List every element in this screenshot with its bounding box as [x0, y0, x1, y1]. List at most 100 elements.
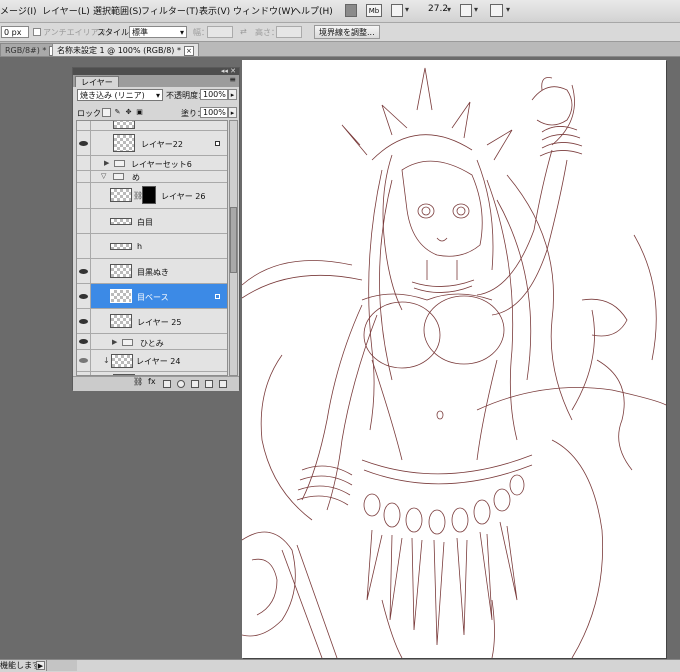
layer-row[interactable]: 目黒ぬき [77, 259, 227, 284]
eye-icon[interactable] [79, 141, 88, 146]
menu-filter[interactable]: フィルター(T) [141, 4, 198, 17]
layer-row[interactable]: h [77, 234, 227, 259]
opacity-input[interactable]: 100% [200, 89, 228, 100]
layer-thumbnail [113, 134, 135, 152]
options-bar: 0 px アンチエイリアス スタイル： 標準 ▾ 幅： ⇄ 高さ： 境界線を調整.… [0, 23, 680, 42]
trash-icon[interactable] [219, 380, 227, 388]
collapse-triangle-icon[interactable]: ▽ [101, 172, 106, 180]
fill-input[interactable]: 100% [200, 107, 228, 118]
panel-tab-row: レイヤー ≡ [73, 75, 239, 87]
eye-icon[interactable] [79, 358, 88, 363]
menu-help[interactable]: ヘルプ(H) [292, 4, 333, 17]
layer-style-icon[interactable]: fx [148, 377, 156, 386]
menu-window[interactable]: ウィンドウ(W) [233, 4, 294, 17]
eye-icon[interactable] [79, 319, 88, 324]
zoom-level[interactable]: 27.2 [428, 4, 448, 14]
layer-list: レイヤー22 ▶ レイヤーセット6 ▽ め ⛓ レイヤー 26 白目 h 目黒ぬ… [76, 120, 228, 376]
layer-list-scrollbar[interactable] [229, 120, 238, 376]
style-value: 標準 [132, 28, 148, 37]
layer-name: 目黒ぬき [137, 268, 169, 277]
lock-transparency-icon[interactable] [102, 108, 111, 117]
minibridge-icon[interactable]: Mb [366, 4, 382, 17]
layer-row[interactable]: ↓ レイヤー 24 [77, 350, 227, 372]
eye-icon[interactable] [79, 269, 88, 274]
group-row[interactable]: ▶ レイヤーセット6 [77, 156, 227, 171]
tab-layers[interactable]: レイヤー [75, 76, 119, 87]
lock-all-icon[interactable]: ▣ [135, 108, 144, 117]
collapse-panel-icon[interactable]: ◂◂ ✕ [221, 67, 236, 75]
status-scroll-track[interactable] [46, 660, 77, 671]
expand-triangle-icon[interactable]: ▶ [112, 338, 117, 346]
chevron-down-icon[interactable]: ▾ [405, 5, 409, 14]
layer-thumbnail [111, 354, 133, 368]
layer-name: レイヤー 25 [137, 318, 182, 327]
eye-icon[interactable] [79, 339, 88, 344]
lock-move-icon[interactable]: ✥ [124, 108, 133, 117]
layer-thumbnail [113, 121, 135, 129]
panel-footer: ⛓ fx [73, 376, 239, 391]
layer-name: 白目 [137, 218, 153, 227]
lock-brush-icon[interactable]: ✎ [113, 108, 122, 117]
swap-icon[interactable]: ⇄ [240, 27, 247, 36]
new-group-icon[interactable] [191, 380, 199, 388]
tab-label: RGB/8#) * [5, 46, 47, 55]
blend-mode-select[interactable]: 焼き込み (リニア) ▾ [77, 89, 163, 101]
adjustment-layer-icon[interactable] [177, 380, 185, 388]
folder-icon [114, 160, 125, 167]
layers-panel: ◂◂ ✕ レイヤー ≡ 焼き込み (リニア) ▾ 不透明度： 100% ▸ ロッ… [72, 67, 240, 391]
chevron-down-icon[interactable]: ▾ [506, 5, 510, 14]
tab-label: 名称未設定 1 @ 100% (RGB/8) * [57, 46, 181, 55]
chevron-down-icon[interactable]: ▾ [474, 5, 478, 14]
menu-view[interactable]: 表示(V) [199, 4, 230, 17]
scrollbar-thumb[interactable] [230, 207, 237, 273]
layer-row-selected[interactable]: 目ベース [77, 284, 227, 309]
refine-edge-button[interactable]: 境界線を調整... [314, 25, 380, 39]
view-extras-icon[interactable] [391, 4, 403, 17]
layer-row[interactable]: ⛓ レイヤー 26 [77, 183, 227, 209]
width-input[interactable] [207, 26, 233, 38]
play-icon[interactable]: ▶ [36, 661, 45, 670]
link-layers-icon[interactable]: ⛓ [133, 377, 143, 386]
menu-bar: メージ(I) レイヤー(L) 選択範囲(S) フィルター(T) 表示(V) ウィ… [0, 0, 680, 23]
layer-mask-thumbnail[interactable] [142, 186, 156, 204]
layer-name: レイヤー 24 [136, 357, 181, 366]
layer-row[interactable]: レイヤー22 [77, 131, 227, 156]
panel-title-strip[interactable]: ◂◂ ✕ [73, 67, 239, 75]
tab-document-2[interactable]: 名称未設定 1 @ 100% (RGB/8) * × [52, 43, 199, 56]
layer-thumbnail [110, 314, 132, 328]
group-row[interactable]: ▽ め [77, 171, 227, 183]
eye-icon[interactable] [79, 294, 88, 299]
height-input[interactable] [276, 26, 302, 38]
layer-name: レイヤー22 [141, 140, 183, 149]
layer-name: h [137, 242, 143, 251]
add-mask-icon[interactable] [163, 380, 171, 388]
arrange-documents-icon[interactable] [460, 4, 472, 17]
menu-image[interactable]: メージ(I) [0, 4, 37, 17]
chevron-right-icon[interactable]: ▸ [228, 89, 237, 100]
group-row[interactable]: ▶ ひとみ [77, 334, 227, 350]
lineart-illustration [242, 67, 666, 658]
layer-row-partial[interactable] [77, 121, 227, 131]
bridge-icon[interactable] [345, 4, 357, 17]
menu-select[interactable]: 選択範囲(S) [93, 4, 142, 17]
antialias-checkbox[interactable] [33, 28, 41, 36]
layer-name: レイヤー 26 [161, 192, 206, 201]
blend-mode-value: 焼き込み (リニア) [80, 91, 145, 100]
menu-layer[interactable]: レイヤー(L) [42, 4, 90, 17]
layer-row[interactable]: 白目 [77, 209, 227, 234]
chevron-right-icon[interactable]: ▸ [228, 107, 237, 118]
expand-triangle-icon[interactable]: ▶ [104, 159, 109, 167]
screen-mode-icon[interactable] [490, 4, 503, 17]
feather-input[interactable]: 0 px [1, 26, 29, 38]
status-bar: 機能します ▶ [0, 659, 680, 672]
chevron-down-icon: ▾ [179, 28, 184, 37]
style-select[interactable]: 標準 ▾ [129, 26, 187, 38]
layer-thumbnail [110, 243, 132, 250]
new-layer-icon[interactable] [205, 380, 213, 388]
panel-menu-icon[interactable]: ≡ [229, 75, 236, 84]
document-canvas[interactable] [242, 60, 666, 658]
folder-icon [113, 173, 124, 180]
close-icon[interactable]: × [183, 45, 194, 56]
chevron-down-icon[interactable]: ▾ [447, 5, 451, 14]
layer-row[interactable]: レイヤー 25 [77, 309, 227, 334]
